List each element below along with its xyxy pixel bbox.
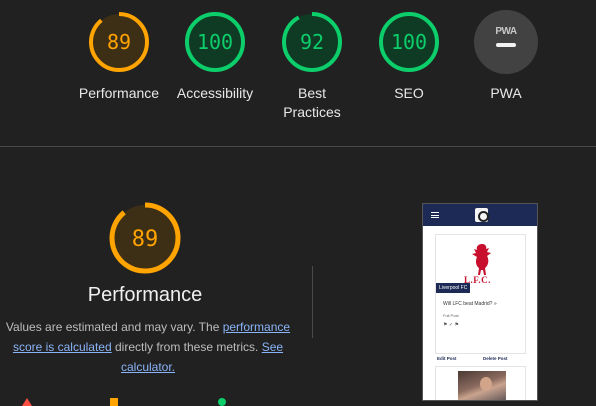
delete-post-link: Delete Post — [483, 356, 508, 361]
section-divider — [0, 146, 596, 147]
edit-post-link: Edit Post — [437, 356, 457, 361]
gauge-label-seo: SEO — [394, 85, 424, 101]
gauge-label-best-practices: Best Practices — [283, 85, 341, 120]
desc-middle: directly from these metrics. — [111, 340, 262, 354]
fail-triangle-icon — [22, 398, 32, 406]
post-icons: ⚑ ✓ ⚑ — [443, 322, 459, 328]
gauge-label-performance: Performance — [78, 85, 160, 101]
pwa-icon-text: PWA — [495, 26, 517, 37]
performance-gauge-ring: 89 — [89, 12, 149, 72]
post-photo — [458, 371, 506, 400]
desc-prefix: Values are estimated and may vary. The — [5, 320, 223, 334]
vertical-separator — [312, 266, 313, 338]
performance-summary: 89 Performance Values are estimated and … — [0, 200, 290, 377]
phone-header — [423, 204, 537, 226]
best-practices-score: 92 — [300, 30, 324, 54]
gauge-accessibility[interactable]: 100 Accessibility — [160, 10, 270, 103]
score-legend — [0, 395, 300, 406]
gauge-pwa[interactable]: PWA PWA — [451, 10, 561, 103]
hamburger-menu-icon — [431, 212, 439, 218]
post-actions: Edit Post Delete Post — [423, 356, 537, 366]
site-logo-icon — [475, 208, 489, 222]
pwa-badge-icon: PWA — [474, 10, 538, 74]
pass-circle-icon — [218, 398, 226, 406]
accessibility-gauge-ring: 100 — [185, 12, 245, 72]
performance-big-gauge: 89 — [109, 202, 181, 274]
performance-title: Performance — [87, 284, 203, 306]
performance-description: Values are estimated and may vary. The p… — [0, 317, 296, 377]
gauge-performance[interactable]: 89 Performance — [64, 10, 174, 103]
gauge-seo[interactable]: 100 SEO — [354, 10, 464, 103]
performance-score: 89 — [107, 30, 131, 54]
accessibility-score: 100 — [197, 30, 233, 54]
post-sub: Full Post — [443, 313, 459, 318]
gauge-best-practices[interactable]: 92 Best Practices — [257, 10, 367, 122]
post-tag: Liverpool FC — [436, 283, 471, 293]
average-square-icon — [110, 398, 118, 406]
seo-gauge-ring: 100 — [379, 12, 439, 72]
performance-big-score: 89 — [132, 227, 159, 252]
seo-score: 100 — [391, 30, 427, 54]
final-screenshot-thumbnail[interactable]: L.F.C. Liverpool FC Will LFC beat Madrid… — [422, 203, 538, 401]
gauge-label-pwa: PWA — [490, 85, 522, 101]
gauge-label-accessibility: Accessibility — [176, 85, 254, 101]
post-card-2 — [435, 366, 526, 400]
post-title: Will LFC beat Madrid? » — [443, 301, 497, 307]
best-practices-gauge-ring: 92 — [282, 12, 342, 72]
post-card: L.F.C. Liverpool FC Will LFC beat Madrid… — [435, 234, 526, 354]
category-gauges: 89 Performance 100 Accessibility 92 Best… — [0, 0, 596, 145]
